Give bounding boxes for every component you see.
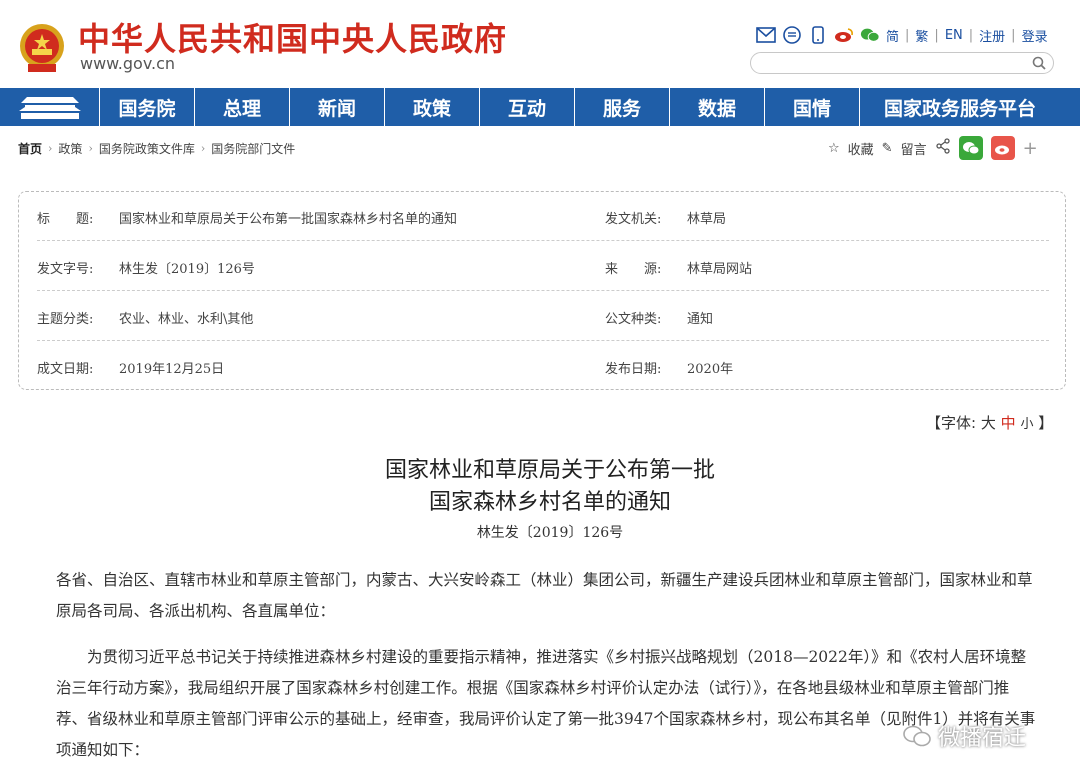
breadcrumb-dept-docs[interactable]: 国务院部门文件: [211, 140, 295, 157]
separator: |: [968, 27, 974, 43]
comment-button[interactable]: 留言: [901, 139, 927, 158]
row-divider: [37, 290, 1049, 291]
nav-item-data[interactable]: 数据: [670, 88, 765, 126]
breadcrumb-home[interactable]: 首页: [18, 140, 42, 157]
nav-item-interaction[interactable]: 互动: [480, 88, 575, 126]
search-icon[interactable]: [1031, 55, 1047, 71]
chevron-right-icon: ›: [200, 142, 206, 155]
info-label: 标 题:: [37, 212, 94, 227]
info-value-source: 林草局网站: [687, 262, 753, 277]
breadcrumb-policy-library[interactable]: 国务院政策文件库: [99, 140, 195, 157]
info-label: 公文种类:: [605, 312, 662, 327]
info-label: 成文日期:: [37, 362, 94, 377]
share-toolbar: ☆ 收藏 ✎ 留言 +: [828, 136, 1038, 160]
national-emblem-icon[interactable]: [18, 22, 66, 74]
nav-item-news[interactable]: 新闻: [290, 88, 385, 126]
search-input[interactable]: [750, 52, 1054, 74]
separator: |: [905, 27, 910, 43]
info-value-doc-type: 通知: [687, 312, 714, 327]
weibo-share-icon[interactable]: [990, 136, 1015, 160]
nav-item-premier[interactable]: 总理: [195, 88, 290, 126]
star-icon[interactable]: ☆: [828, 141, 840, 156]
nav-item-state-council[interactable]: 国务院: [100, 88, 195, 126]
document-title-line1: 国家林业和草原局关于公布第一批: [384, 458, 715, 483]
nav-item-services[interactable]: 服务: [575, 88, 670, 126]
separator: |: [1011, 27, 1016, 43]
info-label: 发布日期:: [605, 362, 662, 377]
font-size-label: 【字体:: [926, 414, 977, 432]
font-large-button[interactable]: 大: [981, 414, 996, 432]
breadcrumb-policy[interactable]: 政策: [58, 140, 82, 157]
mobile-icon[interactable]: [808, 25, 828, 45]
site-url: www.gov.cn: [80, 54, 176, 73]
top-links: 简 | 繁 | EN | 注册 | 登录: [756, 24, 1048, 46]
lang-simplified-link[interactable]: 简: [886, 26, 899, 45]
nav-item-national-info[interactable]: 国情: [765, 88, 860, 126]
nav-home-logo[interactable]: [0, 88, 100, 126]
mail-icon[interactable]: [756, 25, 776, 45]
document-addressees: 各省、自治区、直辖市林业和草原主管部门，内蒙古、大兴安岭森工（林业）集团公司，新…: [56, 571, 1033, 620]
breadcrumb: 首页 › 政策 › 国务院政策文件库 › 国务院部门文件: [18, 140, 295, 157]
info-row: 主题分类: 农业、林业、水利\其他 公文种类: 通知: [37, 292, 1049, 341]
watermark: 微播宿迁: [902, 720, 1026, 752]
favorite-button[interactable]: 收藏: [848, 139, 874, 158]
info-row: 发文字号: 林生发〔2019〕126号 来 源: 林草局网站: [37, 242, 1049, 291]
rss-icon[interactable]: [782, 25, 802, 45]
wechat-watermark-icon: [903, 725, 931, 747]
document-title: 国家林业和草原局关于公布第一批 国家森林乡村名单的通知: [0, 455, 1080, 519]
row-divider: [37, 340, 1049, 341]
weibo-icon[interactable]: [834, 25, 854, 45]
info-value-publish-date: 2020年: [687, 362, 734, 377]
lang-english-link[interactable]: EN: [945, 28, 963, 43]
login-link[interactable]: 登录: [1022, 26, 1048, 45]
register-link[interactable]: 注册: [979, 26, 1005, 45]
share-icon[interactable]: [935, 138, 951, 158]
site-header: 中华人民共和国中央人民政府 www.gov.cn 简 | 繁 | EN | 注册…: [0, 0, 1080, 88]
row-divider: [37, 240, 1049, 241]
nav-item-service-platform[interactable]: 国家政务服务平台: [860, 88, 1060, 126]
separator: |: [934, 27, 939, 43]
document-info-table: 标 题: 国家林业和草原局关于公布第一批国家森林乡村名单的通知 发文机关: 林草…: [18, 191, 1066, 390]
document-number: 林生发〔2019〕126号: [476, 525, 624, 541]
font-size-switcher: 【字体: 大 中 小 】: [926, 412, 1053, 433]
wechat-share-icon[interactable]: [958, 136, 983, 160]
chevron-right-icon: ›: [88, 142, 93, 155]
nav-item-policy[interactable]: 政策: [385, 88, 480, 126]
info-value-category: 农业、林业、水利\其他: [119, 312, 254, 327]
info-label: 发文机关:: [605, 212, 662, 227]
info-value-issuer: 林草局: [687, 212, 727, 227]
more-share-button[interactable]: +: [1023, 138, 1038, 159]
info-row: 标 题: 国家林业和草原局关于公布第一批国家森林乡村名单的通知 发文机关: 林草…: [37, 192, 1049, 241]
font-size-close: 】: [1038, 414, 1054, 432]
info-value-doc-number: 林生发〔2019〕126号: [119, 262, 255, 277]
font-medium-button[interactable]: 中: [1001, 414, 1016, 432]
wechat-icon[interactable]: [860, 25, 880, 45]
watermark-text: 微播宿迁: [938, 726, 1027, 751]
tiananmen-icon: [18, 97, 81, 119]
document-title-line2: 国家森林乡村名单的通知: [428, 490, 671, 515]
font-small-button[interactable]: 小: [1020, 417, 1033, 432]
info-label: 主题分类:: [37, 312, 94, 327]
info-label: 发文字号:: [37, 262, 94, 277]
chevron-right-icon: ›: [48, 142, 53, 155]
document-body-paragraph: 为贯彻习近平总书记关于持续推进森林乡村建设的重要指示精神，推进落实《乡村振兴战略…: [56, 648, 1036, 759]
info-value-title: 国家林业和草原局关于公布第一批国家森林乡村名单的通知: [119, 212, 458, 227]
info-row: 成文日期: 2019年12月25日 发布日期: 2020年: [37, 342, 1049, 391]
info-label: 来 源:: [605, 262, 662, 277]
lang-traditional-link[interactable]: 繁: [915, 26, 928, 45]
main-nav: 国务院 总理 新闻 政策 互动 服务 数据 国情 国家政务服务平台: [0, 88, 1080, 126]
pencil-icon[interactable]: ✎: [882, 141, 893, 156]
info-value-written-date: 2019年12月25日: [119, 362, 225, 377]
